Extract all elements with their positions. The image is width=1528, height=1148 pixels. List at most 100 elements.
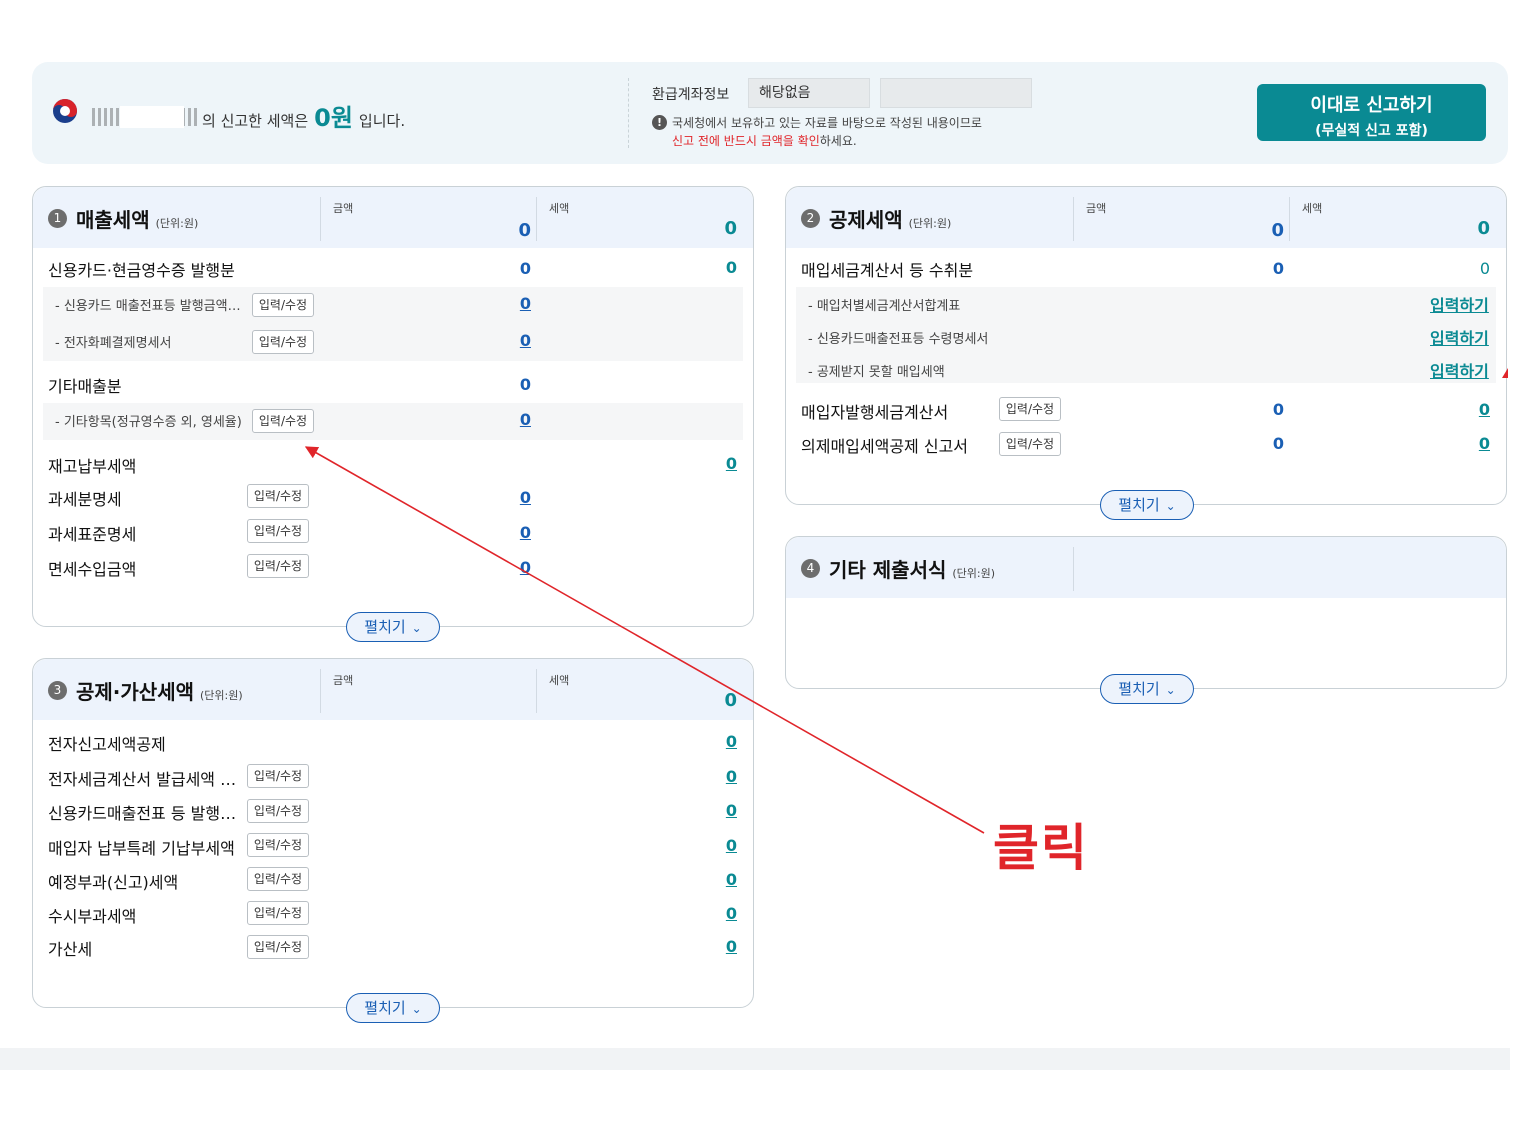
purchase-summary-label: - 매입처별세금계산서합계표 <box>808 299 961 314</box>
notice-line-2-tail: 하세요. <box>819 134 857 148</box>
click-annotation-label: 클릭 <box>993 819 1089 877</box>
penalty-tax-label: 가산세 <box>48 940 93 959</box>
deduction-tax-title-text: 공제세액 <box>829 208 903 232</box>
preliminary-tax-edit-button[interactable]: 입력/수정 <box>247 867 309 891</box>
declared-tax-amount: 0원 <box>314 104 353 132</box>
e-money-label: - 전자화폐결제명세서 <box>55 336 172 351</box>
other-forms-panel: 4 기타 제출서식 (단위:원) 펼치기 ⌄ <box>785 536 1507 704</box>
credit-additional-expand-button[interactable]: 펼치기 ⌄ <box>346 993 440 1023</box>
sales-tax-panel: 1 매출세액 (단위:원) 금액 0 세액 0 신용카드·현금영수증 발행분 0 … <box>32 186 754 642</box>
amount-column-label: 금액 <box>1086 202 1107 215</box>
summary-suffix: 의 신고한 세액은 <box>202 112 309 130</box>
inventory-tax-label: 재고납부세액 <box>48 457 137 476</box>
e-invoice-credit-tax-link[interactable]: 0 <box>653 767 737 786</box>
purchase-summary-input-link[interactable]: 입력하기 <box>1430 292 1489 316</box>
card-slip-credit-edit-button[interactable]: 입력/수정 <box>247 799 309 823</box>
unit-label: (단위:원) <box>155 217 199 230</box>
deduction-total-amount: 0 <box>1271 220 1284 241</box>
card-receipt-input-link[interactable]: 입력하기 <box>1430 325 1489 349</box>
taxable-detail-amount-link[interactable]: 0 <box>453 488 531 507</box>
other-sales-label: 기타매출분 <box>48 377 122 396</box>
occasional-tax-link[interactable]: 0 <box>653 904 737 923</box>
purchase-invoice-amount: 0 <box>1272 259 1284 278</box>
card-slip-label: - 신용카드 매출전표등 발행금액… <box>55 299 241 314</box>
deemed-input-tax-link[interactable]: 0 <box>1406 434 1490 453</box>
other-items-label: - 기타항목(정규영수증 외, 영세율) <box>55 415 242 430</box>
deemed-input-tax-edit-button[interactable]: 입력/수정 <box>999 432 1061 456</box>
card-slip-edit-button[interactable]: 입력/수정 <box>252 293 314 317</box>
inventory-tax-link[interactable]: 0 <box>653 454 737 473</box>
e-money-edit-button[interactable]: 입력/수정 <box>252 330 314 354</box>
occasional-tax-edit-button[interactable]: 입력/수정 <box>247 901 309 925</box>
submit-button-sublabel: (무실적 신고 포함) <box>1315 123 1428 139</box>
preliminary-tax-link[interactable]: 0 <box>653 870 737 889</box>
purchase-invoice-tax: 0 <box>1479 259 1490 278</box>
header-separator <box>536 669 537 713</box>
other-items-amount-link[interactable]: 0 <box>453 410 531 429</box>
purchase-invoice-label: 매입세금계산서 등 수취분 <box>801 261 974 280</box>
exempt-income-amount-link[interactable]: 0 <box>453 558 531 577</box>
e-filing-credit-tax-link[interactable]: 0 <box>653 732 737 751</box>
buyer-issued-invoice-label: 매입자발행세금계산서 <box>801 403 949 422</box>
penalty-tax-link[interactable]: 0 <box>653 937 737 956</box>
tax-base-detail-amount-link[interactable]: 0 <box>453 523 531 542</box>
section-number-badge: 1 <box>48 209 67 228</box>
exempt-income-label: 면세수입금액 <box>48 560 137 579</box>
section-number-badge: 3 <box>48 681 67 700</box>
deemed-input-tax-amount: 0 <box>1272 434 1284 453</box>
e-filing-credit-label: 전자신고세액공제 <box>48 735 166 754</box>
submit-as-is-button[interactable]: 이대로 신고하기 (무실적 신고 포함) <box>1257 84 1486 141</box>
notice-icon: ! <box>652 115 667 130</box>
deduction-tax-panel: 2 공제세액 (단위:원) 금액 0 세액 0 매입세금계산서 등 수취분 0 0… <box>785 186 1507 520</box>
section-number-badge: 2 <box>801 209 820 228</box>
e-invoice-credit-edit-button[interactable]: 입력/수정 <box>247 764 309 788</box>
tax-base-detail-edit-button[interactable]: 입력/수정 <box>247 519 309 543</box>
tax-column-label: 세액 <box>549 202 570 215</box>
buyer-special-paid-tax-link[interactable]: 0 <box>653 836 737 855</box>
amount-column-label: 금액 <box>333 202 354 215</box>
card-issuance-amount: 0 <box>519 259 531 278</box>
card-receipt-label: - 신용카드매출전표등 수령명세서 <box>808 332 989 347</box>
header-separator <box>536 197 537 241</box>
taxable-detail-edit-button[interactable]: 입력/수정 <box>247 484 309 508</box>
buyer-issued-invoice-edit-button[interactable]: 입력/수정 <box>999 397 1061 421</box>
sales-tax-header: 1 매출세액 (단위:원) 금액 0 세액 0 <box>33 187 753 248</box>
e-invoice-credit-label: 전자세금계산서 발급세액 … <box>48 770 237 789</box>
buyer-issued-invoice-amount: 0 <box>1272 400 1284 419</box>
penalty-tax-edit-button[interactable]: 입력/수정 <box>247 935 309 959</box>
buyer-special-paid-edit-button[interactable]: 입력/수정 <box>247 833 309 857</box>
header-separator <box>1073 547 1074 591</box>
notice-line-2: 신고 전에 반드시 금액을 확인하세요. <box>672 132 857 149</box>
card-slip-credit-tax-link[interactable]: 0 <box>653 801 737 820</box>
sales-tax-title-text: 매출세액 <box>76 208 150 232</box>
card-issuance-tax: 0 <box>725 258 737 277</box>
non-deductible-input-link[interactable]: 입력하기 <box>1430 358 1489 382</box>
deduction-tax-title: 공제세액 (단위:원) <box>829 204 951 233</box>
card-slip-amount-link[interactable]: 0 <box>453 294 531 313</box>
deduction-total-tax: 0 <box>1477 218 1490 239</box>
header-separator <box>320 669 321 713</box>
chevron-down-icon: ⌄ <box>411 621 422 635</box>
amount-column-label: 금액 <box>333 674 354 687</box>
tax-base-detail-label: 과세표준명세 <box>48 525 137 544</box>
deduction-tax-expand-button[interactable]: 펼치기 ⌄ <box>1100 490 1194 520</box>
sales-tax-expand-button[interactable]: 펼치기 ⌄ <box>346 612 440 642</box>
e-money-amount-link[interactable]: 0 <box>453 331 531 350</box>
preliminary-tax-label: 예정부과(신고)세액 <box>48 873 179 892</box>
card-slip-credit-label: 신용카드매출전표 등 발행… <box>48 804 237 823</box>
notice-line-1: 국세청에서 보유하고 있는 자료를 바탕으로 작성된 내용이므로 <box>672 116 982 130</box>
exempt-income-edit-button[interactable]: 입력/수정 <box>247 554 309 578</box>
other-forms-title: 기타 제출서식 (단위:원) <box>829 554 995 583</box>
refund-account-detail <box>880 78 1032 108</box>
buyer-issued-invoice-tax-link[interactable]: 0 <box>1406 400 1490 419</box>
other-forms-expand-button[interactable]: 펼치기 ⌄ <box>1100 674 1194 704</box>
header-separator <box>1073 197 1074 241</box>
other-items-edit-button[interactable]: 입력/수정 <box>252 409 314 433</box>
expand-label: 펼치기 <box>1118 496 1160 514</box>
credit-additional-tax-title: 공제·가산세액 (단위:원) <box>76 676 243 705</box>
unit-label: (단위:원) <box>200 689 243 702</box>
footer-links-cropped <box>30 1066 1470 1070</box>
sales-total-amount: 0 <box>518 220 531 241</box>
expand-label: 펼치기 <box>364 618 406 636</box>
credit-additional-tax-title-text: 공제·가산세액 <box>76 680 194 704</box>
